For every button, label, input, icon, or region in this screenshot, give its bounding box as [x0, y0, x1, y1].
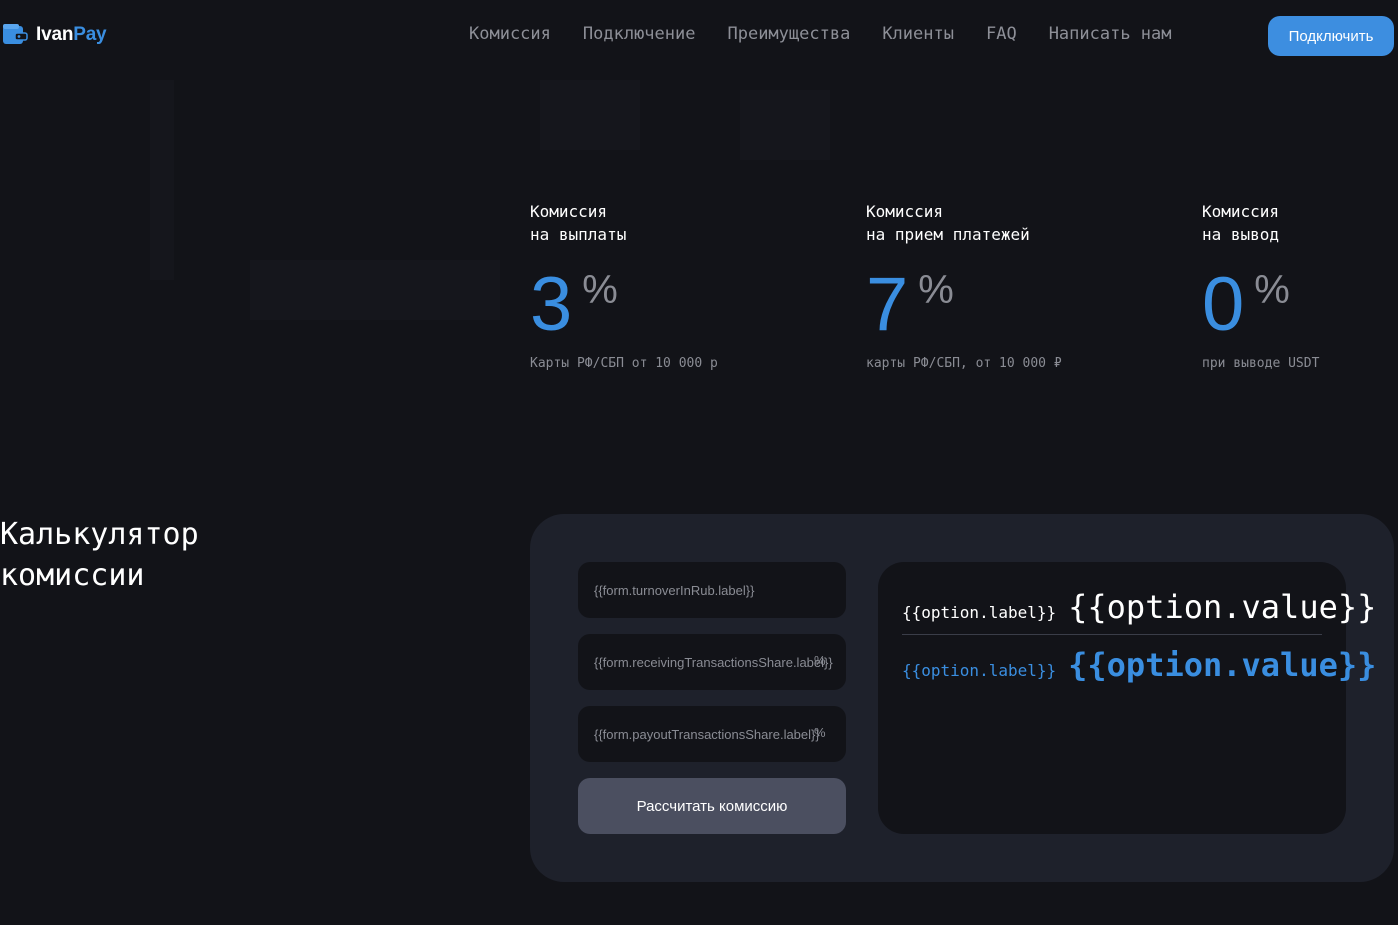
commission-title: Комиссия на выплаты	[530, 202, 627, 244]
result-divider	[902, 634, 1322, 635]
commission-title: Комиссия на вывод	[1202, 202, 1280, 244]
commission-receiving: Комиссия на прием платежей 7 % карты РФ/…	[866, 200, 1062, 371]
wallet-icon	[2, 24, 28, 46]
logo[interactable]: IvanPay	[2, 24, 107, 46]
logo-text: IvanPay	[36, 24, 107, 46]
commission-withdrawal: Комиссия на вывод 0 % при выводе USDT	[1202, 200, 1319, 371]
nav-item-contact[interactable]: Написать нам	[1049, 24, 1172, 44]
result-label: {{option.label}}	[902, 661, 1057, 680]
nav-item-advantages[interactable]: Преимущества	[727, 24, 850, 44]
percent-sign: %	[1254, 268, 1290, 312]
background-shape	[740, 90, 830, 160]
commission-value-row: 3 %	[530, 262, 718, 347]
main-nav: Комиссия Подключение Преимущества Клиент…	[469, 24, 1204, 44]
background-shape	[250, 260, 500, 320]
commission-note: Карты РФ/СБП от 10 000 р	[530, 356, 718, 371]
calculator-title: Калькулятор комиссии	[0, 517, 199, 593]
page: IvanPay Комиссия Подключение Преимуществ…	[0, 0, 1398, 925]
payout-share-input-placeholder: {{form.payoutTransactionsShare.label}}	[594, 726, 820, 742]
commission-title: Комиссия на прием платежей	[866, 202, 1030, 244]
percent-sign: %	[918, 268, 954, 312]
connect-button[interactable]: Подключить	[1268, 16, 1394, 56]
nav-item-connection[interactable]: Подключение	[583, 24, 696, 44]
commission-value: 7	[866, 262, 909, 347]
turnover-input[interactable]: {{form.turnoverInRub.label}}	[578, 562, 846, 618]
commission-note: при выводе USDT	[1202, 356, 1320, 371]
commission-note: карты РФ/СБП, от 10 000 ₽	[866, 356, 1062, 371]
calculate-button[interactable]: Рассчитать комиссию	[578, 778, 846, 834]
commission-value-row: 7 %	[866, 262, 1062, 347]
nav-item-clients[interactable]: Клиенты	[882, 24, 954, 44]
result-row-total: {{option.label}} {{option.value}}	[902, 646, 1376, 684]
header: IvanPay Комиссия Подключение Преимуществ…	[0, 0, 1398, 72]
nav-item-commission[interactable]: Комиссия	[469, 24, 551, 44]
payout-share-input[interactable]: {{form.payoutTransactionsShare.label}} %	[578, 706, 846, 762]
turnover-input-placeholder: {{form.turnoverInRub.label}}	[594, 582, 755, 598]
percent-suffix: %	[814, 725, 826, 740]
logo-text-part1: Ivan	[36, 24, 74, 45]
nav-item-faq[interactable]: FAQ	[986, 24, 1017, 44]
calculator-result: {{option.label}} {{option.value}} {{opti…	[878, 562, 1376, 834]
percent-sign: %	[582, 268, 618, 312]
commission-value-row: 0 %	[1202, 262, 1319, 347]
result-value: {{option.value}}	[1068, 588, 1377, 626]
commission-payouts: Комиссия на выплаты 3 % Карты РФ/СБП от …	[530, 200, 718, 371]
receiving-share-input-placeholder: {{form.receivingTransactionsShare.label}…	[594, 654, 833, 670]
commission-value: 3	[530, 262, 573, 347]
result-label: {{option.label}}	[902, 603, 1057, 622]
background-shape	[150, 80, 174, 280]
calculator-panel: {{form.turnoverInRub.label}} {{form.rece…	[530, 514, 1394, 882]
receiving-share-input[interactable]: {{form.receivingTransactionsShare.label}…	[578, 634, 846, 690]
result-row: {{option.label}} {{option.value}}	[902, 588, 1376, 626]
result-value: {{option.value}}	[1068, 646, 1377, 684]
percent-suffix: %	[814, 653, 826, 668]
background-shape	[540, 80, 640, 150]
commission-value: 0	[1202, 262, 1245, 347]
logo-text-part2: Pay	[73, 24, 107, 45]
